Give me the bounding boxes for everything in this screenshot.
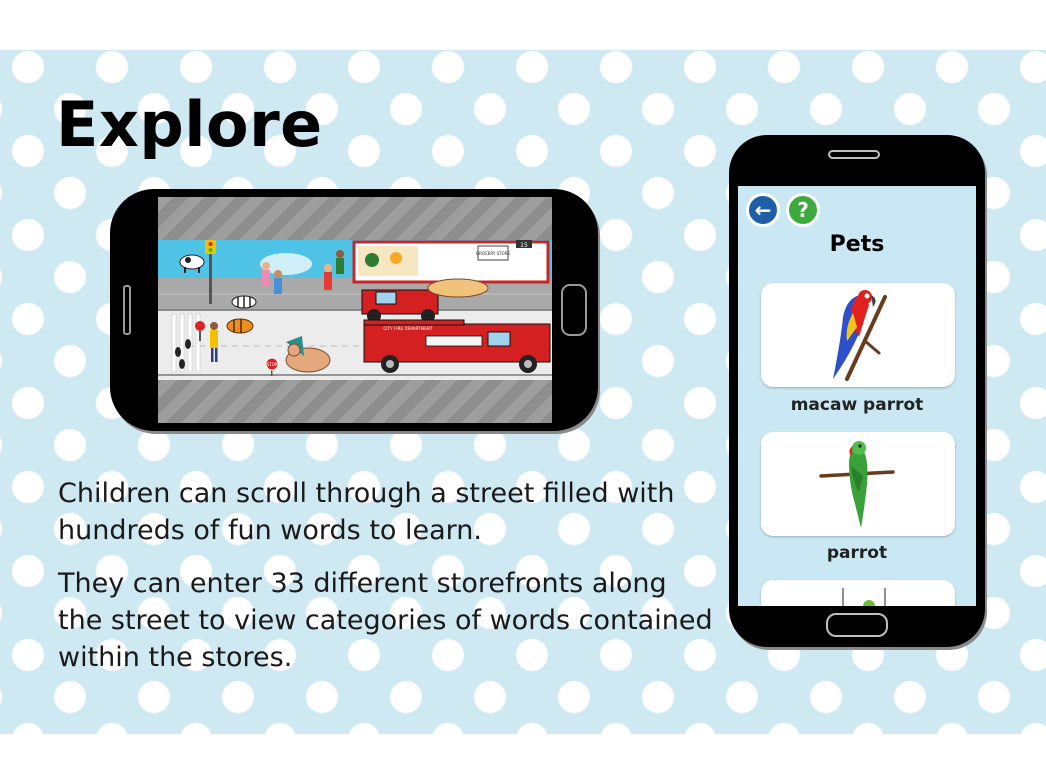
description-paragraph-1: Children can scroll through a street fil… [58,478,675,546]
word-label-macaw-parrot: macaw parrot [790,395,924,415]
word-card-parrot[interactable] [761,432,955,536]
macaw-parrot-icon [833,290,887,381]
question-mark-icon: ? [797,198,809,222]
stop-sign-text: STOP [267,362,278,367]
back-button[interactable]: ← [746,193,780,227]
address-number: 15 [520,242,528,249]
fire-truck-text: CITY FIRE DEPARTMENT [383,326,433,331]
phone-home-button [561,284,587,336]
street-scene[interactable]: STOP GROCERY STORE 15 CITY FIRE DEPARTME… [158,240,552,380]
slide: Explore STOP GROCERY STORE 15 CITY FIRE … [0,50,1046,734]
portrait-phone: ← ? Pets macaw parrot parrot [729,135,985,647]
parrot-icon [819,441,895,528]
street-screen: STOP GROCERY STORE 15 CITY FIRE DEPARTME… [158,197,552,423]
phone-side-button [123,285,131,335]
word-card-macaw-parrot[interactable] [761,283,955,387]
store-sign-text: GROCERY STORE [476,251,510,256]
zebra-figure [231,295,257,309]
tiger-figure [226,318,254,334]
landscape-phone: STOP GROCERY STORE 15 CITY FIRE DEPARTME… [110,189,598,431]
storefront[interactable]: GROCERY STORE 15 [352,240,550,284]
phone-home-button [826,613,888,637]
app-screen: ← ? Pets macaw parrot parrot [738,186,976,606]
slide-title: Explore [56,88,323,161]
description-paragraph-2: They can enter 33 different storefronts … [58,568,713,673]
help-button[interactable]: ? [786,193,820,227]
phone-speaker [828,150,880,159]
word-label-parrot: parrot [826,543,888,563]
category-title: Pets [829,232,885,257]
word-card-partial[interactable] [761,580,955,606]
partial-word-image [842,588,886,606]
arrow-left-icon: ← [754,198,772,222]
